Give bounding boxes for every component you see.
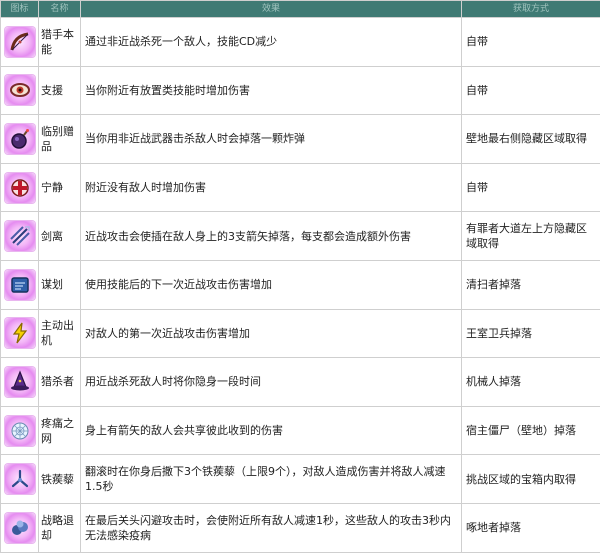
row-desc: 对敌人的第一次近战攻击伤害增加 xyxy=(81,309,462,358)
table-row: 猎手本能 通过非近战杀死一个敌人，技能CD减少 自带 xyxy=(1,18,600,67)
bow-icon xyxy=(5,27,35,57)
mutations-table: 图标 名称 效果 获取方式 猎手本能 通过非近战杀死一个敌人，技能CD减少 自带… xyxy=(0,0,600,553)
row-source: 自带 xyxy=(462,163,600,212)
header-name: 名称 xyxy=(39,1,81,18)
row-desc: 通过非近战杀死一个敌人，技能CD减少 xyxy=(81,18,462,67)
row-desc: 近战攻击会使插在敌人身上的3支箭矢掉落，每支都会造成额外伤害 xyxy=(81,212,462,261)
cross-icon xyxy=(5,173,35,203)
table-row: 战略退却 在最后关头闪避攻击时，会使附近所有敌人减速1秒，这些敌人的攻击3秒内无… xyxy=(1,503,600,552)
row-name: 临别赠品 xyxy=(39,115,81,164)
arrows-icon xyxy=(5,221,35,251)
row-name: 谋划 xyxy=(39,260,81,309)
lightning-icon xyxy=(5,318,35,348)
web-icon xyxy=(5,416,35,446)
row-desc: 当你附近有放置类技能时增加伤害 xyxy=(81,66,462,115)
row-desc: 用近战杀死敌人时将你隐身一段时间 xyxy=(81,358,462,407)
row-name: 猎手本能 xyxy=(39,18,81,67)
header-effect: 效果 xyxy=(81,1,462,18)
row-source: 自带 xyxy=(462,66,600,115)
row-desc: 在最后关头闪避攻击时，会使附近所有敌人减速1秒，这些敌人的攻击3秒内无法感染疫病 xyxy=(81,503,462,552)
wizard-hat-icon xyxy=(5,367,35,397)
header-icon: 图标 xyxy=(1,1,39,18)
row-name: 疼痛之网 xyxy=(39,406,81,455)
row-source: 清扫者掉落 xyxy=(462,260,600,309)
row-name: 铁蒺藜 xyxy=(39,455,81,504)
row-source: 啄地者掉落 xyxy=(462,503,600,552)
table-row: 临别赠品 当你用非近战武器击杀敌人时会掉落一颗炸弹 壁地最右侧隐藏区域取得 xyxy=(1,115,600,164)
table-row: 铁蒺藜 翻滚时在你身后撒下3个铁蒺藜（上限9个），对敌人造成伤害并将敌人减速1.… xyxy=(1,455,600,504)
row-name: 宁静 xyxy=(39,163,81,212)
smoke-icon xyxy=(5,513,35,543)
eye-icon xyxy=(5,75,35,105)
row-desc: 附近没有敌人时增加伤害 xyxy=(81,163,462,212)
row-desc: 使用技能后的下一次近战攻击伤害增加 xyxy=(81,260,462,309)
scroll-icon xyxy=(5,270,35,300)
row-source: 挑战区域的宝箱内取得 xyxy=(462,455,600,504)
header-source: 获取方式 xyxy=(462,1,600,18)
row-name: 战略退却 xyxy=(39,503,81,552)
table-row: 主动出机 对敌人的第一次近战攻击伤害增加 王室卫兵掉落 xyxy=(1,309,600,358)
row-source: 壁地最右侧隐藏区域取得 xyxy=(462,115,600,164)
table-row: 支援 当你附近有放置类技能时增加伤害 自带 xyxy=(1,66,600,115)
row-source: 有罪者大道左上方隐藏区域取得 xyxy=(462,212,600,261)
row-source: 宿主僵尸（壁地）掉落 xyxy=(462,406,600,455)
row-desc: 当你用非近战武器击杀敌人时会掉落一颗炸弹 xyxy=(81,115,462,164)
bomb-icon xyxy=(5,124,35,154)
row-name: 支援 xyxy=(39,66,81,115)
row-source: 王室卫兵掉落 xyxy=(462,309,600,358)
row-desc: 身上有箭矢的敌人会共享彼此收到的伤害 xyxy=(81,406,462,455)
table-row: 猎杀者 用近战杀死敌人时将你隐身一段时间 机械人掉落 xyxy=(1,358,600,407)
table-row: 谋划 使用技能后的下一次近战攻击伤害增加 清扫者掉落 xyxy=(1,260,600,309)
row-name: 剑离 xyxy=(39,212,81,261)
table-row: 宁静 附近没有敌人时增加伤害 自带 xyxy=(1,163,600,212)
row-desc: 翻滚时在你身后撒下3个铁蒺藜（上限9个），对敌人造成伤害并将敌人减速1.5秒 xyxy=(81,455,462,504)
header-row: 图标 名称 效果 获取方式 xyxy=(1,1,600,18)
table-row: 剑离 近战攻击会使插在敌人身上的3支箭矢掉落，每支都会造成额外伤害 有罪者大道左… xyxy=(1,212,600,261)
caltrops-icon xyxy=(5,464,35,494)
row-name: 主动出机 xyxy=(39,309,81,358)
row-source: 机械人掉落 xyxy=(462,358,600,407)
row-name: 猎杀者 xyxy=(39,358,81,407)
row-source: 自带 xyxy=(462,18,600,67)
table-row: 疼痛之网 身上有箭矢的敌人会共享彼此收到的伤害 宿主僵尸（壁地）掉落 xyxy=(1,406,600,455)
